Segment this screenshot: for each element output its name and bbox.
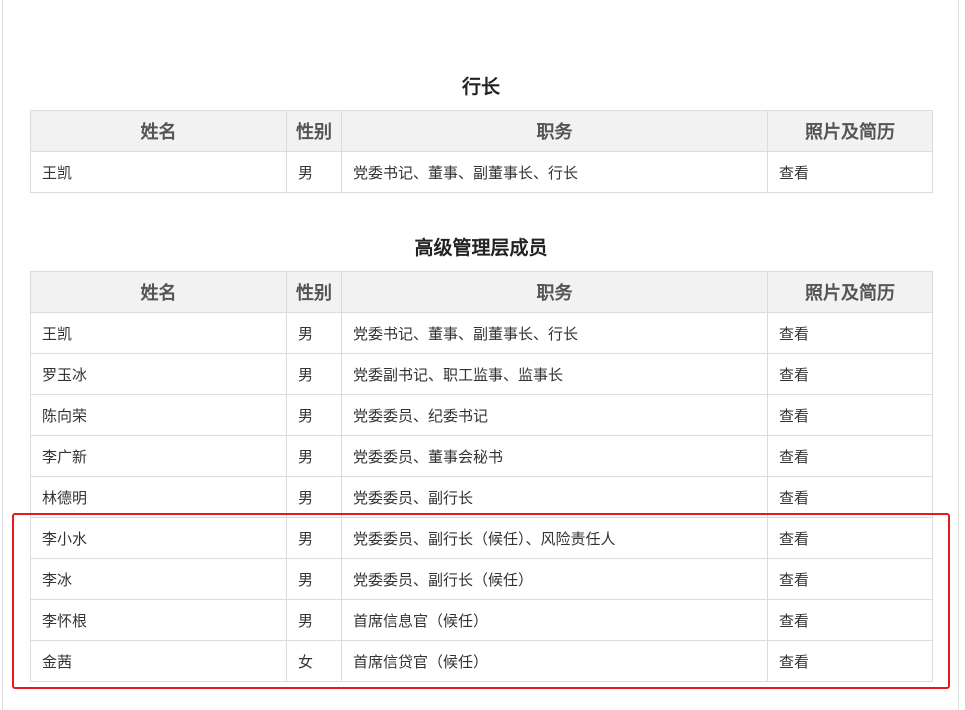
- view-link[interactable]: 查看: [779, 407, 809, 425]
- cell-position: 党委书记、董事、副董事长、行长: [341, 312, 768, 354]
- header-photo-resume: 照片及简历: [767, 271, 933, 313]
- cell-name: 李怀根: [30, 599, 287, 641]
- cell-gender: 男: [286, 435, 342, 477]
- cell-name: 李小水: [30, 517, 287, 559]
- header-position: 职务: [341, 271, 768, 313]
- section-title-senior-management: 高级管理层成员: [414, 237, 548, 259]
- cell-position: 党委委员、副行长（候任）: [341, 558, 768, 600]
- cell-name: 王凯: [30, 151, 287, 193]
- view-link[interactable]: 查看: [779, 325, 809, 343]
- header-position: 职务: [341, 110, 768, 152]
- president-table: 姓名 性别 职务 照片及简历 王凯 男 党委书记、董事、副董事长、行长 查看: [30, 110, 933, 193]
- cell-position: 党委委员、副行长: [341, 476, 768, 518]
- table-row: 李冰 男 党委委员、副行长（候任） 查看: [30, 558, 933, 600]
- header-name: 姓名: [30, 110, 287, 152]
- section-title-president: 行长: [461, 76, 500, 98]
- cell-link: 查看: [767, 435, 933, 477]
- cell-name: 陈向荣: [30, 394, 287, 436]
- cell-link: 查看: [767, 558, 933, 600]
- table-row: 金茜 女 首席信贷官（候任） 查看: [30, 640, 933, 682]
- cell-gender: 男: [286, 476, 342, 518]
- cell-link: 查看: [767, 353, 933, 395]
- cell-gender: 男: [286, 558, 342, 600]
- senior-management-table: 姓名 性别 职务 照片及简历 王凯 男 党委书记、董事、副董事长、行长 查看 罗…: [30, 271, 933, 682]
- header-photo-resume: 照片及简历: [767, 110, 933, 152]
- cell-name: 金茜: [30, 640, 287, 682]
- cell-position: 首席信贷官（候任）: [341, 640, 768, 682]
- table-header-row: 姓名 性别 职务 照片及简历: [30, 271, 933, 313]
- cell-position: 党委委员、董事会秘书: [341, 435, 768, 477]
- cell-gender: 男: [286, 517, 342, 559]
- cell-position: 党委副书记、职工监事、监事长: [341, 353, 768, 395]
- table-row: 李小水 男 党委委员、副行长（候任）、风险责任人 查看: [30, 517, 933, 559]
- table-row: 王凯 男 党委书记、董事、副董事长、行长 查看: [30, 312, 933, 354]
- header-gender: 性别: [286, 110, 342, 152]
- table-row: 王凯 男 党委书记、董事、副董事长、行长 查看: [30, 151, 933, 193]
- cell-gender: 男: [286, 312, 342, 354]
- cell-position: 党委书记、董事、副董事长、行长: [341, 151, 768, 193]
- view-link[interactable]: 查看: [779, 448, 809, 466]
- cell-gender: 男: [286, 394, 342, 436]
- view-link[interactable]: 查看: [779, 530, 809, 548]
- view-link[interactable]: 查看: [779, 489, 809, 507]
- header-name: 姓名: [30, 271, 287, 313]
- cell-gender: 女: [286, 640, 342, 682]
- table-row: 李广新 男 党委委员、董事会秘书 查看: [30, 435, 933, 477]
- cell-gender: 男: [286, 353, 342, 395]
- cell-name: 王凯: [30, 312, 287, 354]
- table-row: 李怀根 男 首席信息官（候任） 查看: [30, 599, 933, 641]
- cell-link: 查看: [767, 312, 933, 354]
- cell-link: 查看: [767, 151, 933, 193]
- cell-link: 查看: [767, 640, 933, 682]
- cell-gender: 男: [286, 599, 342, 641]
- cell-link: 查看: [767, 517, 933, 559]
- view-link[interactable]: 查看: [779, 164, 809, 182]
- table-header-row: 姓名 性别 职务 照片及简历: [30, 110, 933, 152]
- cell-name: 林德明: [30, 476, 287, 518]
- cell-position: 首席信息官（候任）: [341, 599, 768, 641]
- cell-link: 查看: [767, 476, 933, 518]
- view-link[interactable]: 查看: [779, 612, 809, 630]
- table-row: 陈向荣 男 党委委员、纪委书记 查看: [30, 394, 933, 436]
- cell-position: 党委委员、副行长（候任）、风险责任人: [341, 517, 768, 559]
- cell-link: 查看: [767, 394, 933, 436]
- cell-gender: 男: [286, 151, 342, 193]
- cell-name: 李广新: [30, 435, 287, 477]
- cell-link: 查看: [767, 599, 933, 641]
- table-row: 林德明 男 党委委员、副行长 查看: [30, 476, 933, 518]
- cell-position: 党委委员、纪委书记: [341, 394, 768, 436]
- header-gender: 性别: [286, 271, 342, 313]
- cell-name: 罗玉冰: [30, 353, 287, 395]
- cell-name: 李冰: [30, 558, 287, 600]
- view-link[interactable]: 查看: [779, 366, 809, 384]
- view-link[interactable]: 查看: [779, 653, 809, 671]
- view-link[interactable]: 查看: [779, 571, 809, 589]
- table-row: 罗玉冰 男 党委副书记、职工监事、监事长 查看: [30, 353, 933, 395]
